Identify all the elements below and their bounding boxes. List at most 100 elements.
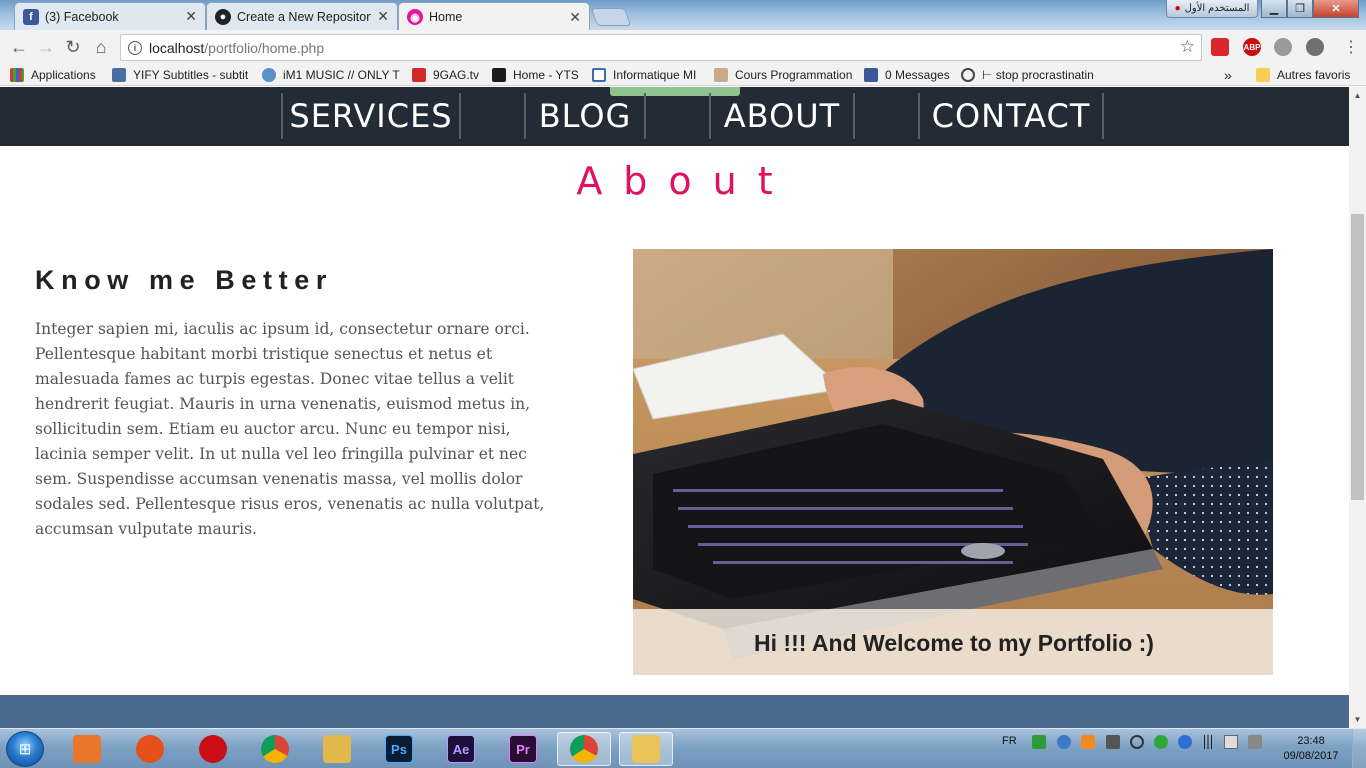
- about-heading: Know me Better: [35, 265, 333, 295]
- bookmark-stop-procrastinating[interactable]: ⊢ stop procrastinatin: [961, 67, 1101, 83]
- page-viewport: SERVICES BLOG ABOUT CONTACT About Know m…: [0, 87, 1349, 728]
- next-section-band: [0, 695, 1349, 728]
- scroll-down-icon[interactable]: ▼: [1349, 711, 1366, 728]
- bookmark-star-icon[interactable]: ☆: [1180, 37, 1195, 57]
- tray-torrent-icon[interactable]: [1154, 735, 1168, 749]
- taskbar-photoshop[interactable]: Ps: [372, 732, 426, 766]
- bookmark-9gag[interactable]: 9GAG.tv: [412, 67, 482, 83]
- tab-facebook[interactable]: f (3) Facebook ✕: [14, 2, 206, 30]
- info-icon[interactable]: i: [128, 40, 142, 55]
- tab-title: Create a New Repository: [237, 9, 372, 24]
- cloud-extension-icon[interactable]: [1274, 38, 1292, 56]
- more-bookmarks-chevron-icon[interactable]: »: [1224, 67, 1238, 83]
- bookmark-im1-music[interactable]: iM1 MUSIC // ONLY T: [262, 67, 400, 83]
- tray-updater-icon[interactable]: [1081, 735, 1095, 749]
- bookmark-yts[interactable]: Home - YTS: [492, 67, 582, 83]
- taskbar-premiere[interactable]: Pr: [496, 732, 550, 766]
- bookmark-informatique[interactable]: Informatique MI: [592, 67, 704, 83]
- after-effects-icon: Ae: [447, 735, 475, 763]
- taskbar-file-explorer[interactable]: [310, 732, 364, 766]
- maximize-button[interactable]: ❐: [1287, 0, 1313, 18]
- minimize-button[interactable]: ▁: [1261, 0, 1287, 18]
- scroll-up-icon[interactable]: ▲: [1349, 87, 1366, 104]
- yts-icon: [492, 68, 506, 82]
- taskbar-paint[interactable]: [619, 732, 673, 766]
- bookmark-yify[interactable]: YIFY Subtitles - subtit: [112, 67, 252, 83]
- nav-blog[interactable]: BLOG: [524, 93, 646, 139]
- close-icon[interactable]: ✕: [377, 8, 389, 25]
- scrollbar-thumb[interactable]: [1351, 214, 1364, 500]
- facebook-icon: f: [23, 8, 39, 25]
- no-script-icon[interactable]: [1306, 38, 1324, 56]
- tray-network-app-icon[interactable]: [1057, 735, 1071, 749]
- close-icon[interactable]: ✕: [569, 9, 581, 26]
- browser-tabstrip: f (3) Facebook ✕ ● Create a New Reposito…: [0, 0, 1366, 31]
- window-close-button[interactable]: ✕: [1313, 0, 1359, 18]
- course-icon: [714, 68, 728, 82]
- start-button[interactable]: ⊞: [6, 731, 44, 767]
- pdf-extension-icon[interactable]: [1211, 38, 1229, 56]
- link-icon: [961, 68, 975, 82]
- tray-bolt-icon[interactable]: [1178, 735, 1192, 749]
- address-bar[interactable]: i localhost/portfolio/home.php ☆: [120, 34, 1202, 61]
- bookmark-label: 0 Messages: [885, 68, 950, 82]
- facebook-icon: [864, 68, 878, 82]
- about-photo: Hi !!! And Welcome to my Portfolio :): [633, 249, 1273, 675]
- photo-caption: Hi !!! And Welcome to my Portfolio :): [633, 609, 1273, 675]
- nav-services[interactable]: SERVICES: [281, 93, 461, 139]
- system-clock[interactable]: 23:48 09/08/2017: [1276, 734, 1346, 764]
- bookmark-messages[interactable]: 0 Messages: [864, 67, 952, 83]
- bookmark-label: Informatique MI: [613, 68, 697, 82]
- bookmark-label: 9GAG.tv: [433, 68, 480, 82]
- bookmark-cours[interactable]: Cours Programmation: [714, 67, 852, 83]
- action-center-icon[interactable]: [1224, 735, 1238, 749]
- taskbar-after-effects[interactable]: Ae: [434, 732, 488, 766]
- bookmark-other-folder[interactable]: Autres favoris: [1256, 67, 1356, 83]
- tray-link-icon[interactable]: [1130, 735, 1144, 749]
- bookmark-label: iM1 MUSIC // ONLY T: [283, 68, 400, 82]
- nav-contact[interactable]: CONTACT: [918, 93, 1104, 139]
- page-scrollbar[interactable]: ▲ ▼: [1349, 87, 1366, 728]
- bookmark-applications[interactable]: Applications: [10, 67, 105, 83]
- clock-date: 09/08/2017: [1283, 750, 1339, 762]
- tab-title: (3) Facebook: [45, 9, 119, 24]
- bookmark-label: ⊢ stop procrastinatin: [982, 68, 1094, 82]
- url-path: /portfolio/home.php: [204, 39, 325, 56]
- language-indicator[interactable]: FR: [1002, 735, 1017, 747]
- yify-icon: [112, 68, 126, 82]
- doc-icon: [592, 68, 606, 82]
- signal-strength-icon[interactable]: [1201, 735, 1215, 749]
- taskbar-media-player[interactable]: [60, 732, 114, 766]
- volume-icon[interactable]: [1248, 735, 1262, 749]
- back-arrow-icon[interactable]: ←: [8, 36, 30, 58]
- menu-kebab-icon[interactable]: ⋮: [1340, 36, 1362, 58]
- close-icon[interactable]: ✕: [185, 8, 197, 25]
- tab-home[interactable]: ◉ Home ✕: [398, 2, 590, 31]
- profile-name: المستخدم الأول: [1184, 3, 1250, 14]
- nav-about[interactable]: ABOUT: [709, 93, 855, 139]
- media-player-icon: [73, 735, 101, 763]
- tray-device-icon[interactable]: [1106, 735, 1120, 749]
- taskbar-chrome-running[interactable]: [557, 732, 611, 766]
- taskbar-firefox[interactable]: [123, 732, 177, 766]
- adblock-icon[interactable]: ABP: [1243, 38, 1261, 56]
- firefox-icon: [136, 735, 164, 763]
- file-explorer-icon: [323, 735, 351, 763]
- windows-logo-icon: ⊞: [18, 741, 32, 758]
- profile-button[interactable]: ● المستخدم الأول: [1166, 0, 1258, 18]
- site-navbar: SERVICES BLOG ABOUT CONTACT: [0, 87, 1349, 146]
- forward-arrow-icon[interactable]: →: [35, 36, 57, 58]
- show-desktop-button[interactable]: [1352, 729, 1366, 768]
- bookmark-label: Home - YTS: [513, 68, 579, 82]
- apps-grid-icon: [10, 68, 24, 82]
- taskbar-opera[interactable]: [186, 732, 240, 766]
- reload-icon[interactable]: ↻: [62, 36, 84, 58]
- new-tab-button[interactable]: [590, 8, 632, 26]
- bookmark-label: YIFY Subtitles - subtit: [133, 68, 249, 82]
- tray-app-icon[interactable]: [1032, 735, 1046, 749]
- home-icon[interactable]: ⌂: [90, 36, 112, 58]
- taskbar-chrome[interactable]: [248, 732, 302, 766]
- premiere-icon: Pr: [509, 735, 537, 763]
- photoshop-icon: Ps: [385, 735, 413, 763]
- tab-github[interactable]: ● Create a New Repository ✕: [206, 2, 398, 30]
